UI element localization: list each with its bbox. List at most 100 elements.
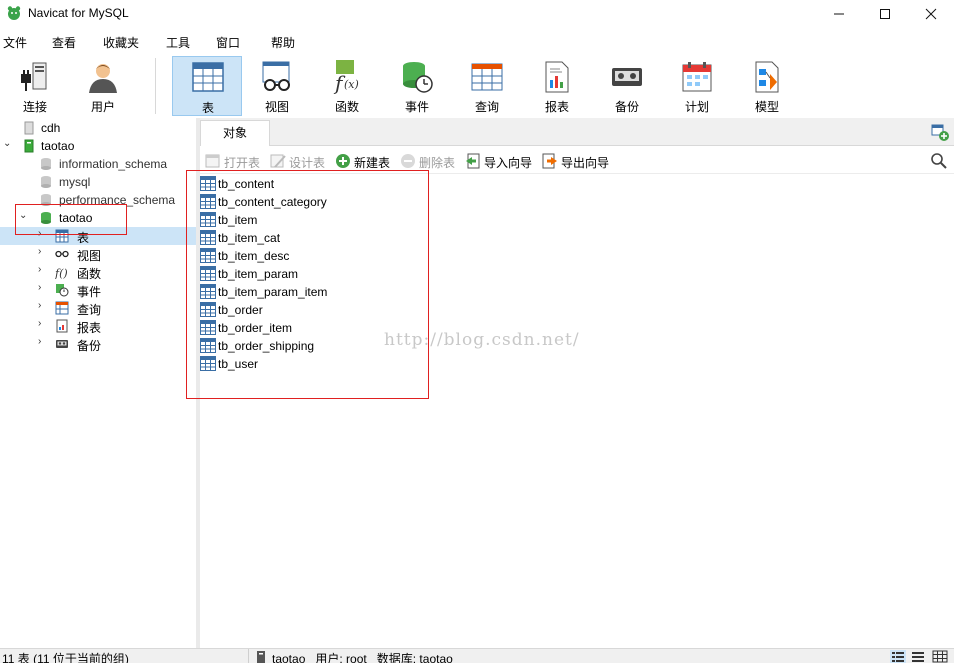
object-list: tb_content tb_content_category tb_item tb_i… <box>200 175 954 648</box>
export-wizard-label: 导出向导 <box>561 156 610 170</box>
status-separator <box>248 649 249 663</box>
minimize-button[interactable] <box>816 0 862 27</box>
list-view-icon[interactable] <box>890 650 906 663</box>
menu-file[interactable]: 文件 <box>3 34 27 51</box>
tree-item-backups[interactable]: › 备份 <box>0 335 196 353</box>
tab-objects[interactable]: 对象 <box>200 120 270 146</box>
tree-item-reports[interactable]: › 报表 <box>0 317 196 335</box>
toolbar-schedule-button[interactable]: 计划 <box>662 56 732 116</box>
table-icon <box>200 356 216 371</box>
tree-label: 报表 <box>77 321 102 335</box>
function-icon: f() <box>55 267 68 279</box>
toolbar-user-label: 用户 <box>90 100 115 114</box>
toolbar-user-button[interactable]: 用户 <box>68 56 138 116</box>
toolbar-view-label: 视图 <box>264 100 289 114</box>
user-icon <box>89 64 117 93</box>
toolbar-connection-button[interactable]: 连接 <box>0 56 70 116</box>
toolbar-event-button[interactable]: 事件 <box>382 56 452 116</box>
chevron-right-icon[interactable]: › <box>38 228 41 239</box>
function-icon: f (x) <box>333 60 359 94</box>
toolbar-backup-button[interactable]: 备份 <box>592 56 662 116</box>
chevron-down-icon[interactable]: ⌄ <box>19 210 27 221</box>
object-toolbar: 打开表 设计表 新建表 删除表 导入向导 导出向导 <box>200 148 954 174</box>
tree-item-queries[interactable]: › 查询 <box>0 299 196 317</box>
status-object-count: 11 表 (11 位于当前的组) <box>2 652 129 663</box>
table-name: tb_item_cat <box>218 231 281 245</box>
maximize-icon <box>880 8 890 19</box>
backup-icon <box>612 68 642 86</box>
database-icon <box>41 176 51 188</box>
report-icon <box>56 319 68 333</box>
menu-help[interactable]: 帮助 <box>271 34 295 51</box>
svg-text:(x): (x) <box>344 78 359 91</box>
open-table-icon <box>205 154 220 168</box>
toolbar-view-button[interactable]: 视图 <box>242 56 312 116</box>
tree-connection-taotao[interactable]: ⌄ taotao <box>0 137 196 155</box>
toolbar-schedule-label: 计划 <box>684 100 709 114</box>
toolbar-model-button[interactable]: 模型 <box>732 56 802 116</box>
tree-label: 函数 <box>77 267 102 281</box>
grid-view-icon[interactable] <box>932 650 948 663</box>
toolbar-function-button[interactable]: f (x) 函数 <box>312 56 382 116</box>
import-wizard-label: 导入向导 <box>484 156 533 170</box>
menu-view[interactable]: 查看 <box>52 34 76 51</box>
tab-bar: 对象 <box>200 118 954 146</box>
table-icon <box>200 320 216 335</box>
chevron-right-icon[interactable]: › <box>38 318 41 329</box>
chevron-right-icon[interactable]: › <box>38 282 41 293</box>
tree-item-tables[interactable]: › 表 <box>0 227 196 245</box>
tree-database-taotao[interactable]: ⌄ taotao <box>0 209 196 227</box>
chevron-right-icon[interactable]: › <box>38 264 41 275</box>
tree-database-information-schema[interactable]: information_schema <box>0 155 196 173</box>
tree-item-functions[interactable]: › f() 函数 <box>0 263 196 281</box>
event-icon <box>403 62 433 93</box>
new-table-icon <box>336 154 350 168</box>
tree-label: 表 <box>77 231 90 245</box>
new-tab-icon[interactable] <box>930 122 950 142</box>
maximize-button[interactable] <box>862 0 908 27</box>
navicat-logo-icon <box>7 6 21 20</box>
tree-database-mysql[interactable]: mysql <box>0 173 196 191</box>
table-icon <box>200 248 216 263</box>
table-name: tb_order_shipping <box>218 339 315 353</box>
toolbar-table-button[interactable]: 表 <box>172 56 242 116</box>
new-table-label: 新建表 <box>354 156 391 170</box>
tree-label: performance_schema <box>59 193 176 207</box>
close-button[interactable] <box>908 0 954 27</box>
window-title: Navicat for MySQL <box>28 6 129 20</box>
toolbar-report-button[interactable]: 报表 <box>522 56 592 116</box>
export-wizard-icon <box>542 153 557 169</box>
tree-label: mysql <box>59 175 91 189</box>
connection-icon <box>21 62 47 91</box>
chevron-right-icon[interactable]: › <box>38 246 41 257</box>
status-user: 用户: root <box>315 652 367 663</box>
database-icon <box>41 212 51 224</box>
toolbar-query-button[interactable]: 查询 <box>452 56 522 116</box>
search-icon[interactable] <box>930 152 948 170</box>
chevron-right-icon[interactable]: › <box>38 300 41 311</box>
menu-favorites[interactable]: 收藏夹 <box>103 34 139 51</box>
minimize-icon <box>834 13 844 14</box>
chevron-right-icon[interactable]: › <box>38 336 41 347</box>
tree-connection-cdh[interactable]: cdh <box>0 119 196 137</box>
model-icon <box>755 61 779 93</box>
tree-item-views[interactable]: › 视图 <box>0 245 196 263</box>
tree-label: cdh <box>41 121 61 135</box>
watermark: http://blog.csdn.net/ <box>384 330 580 350</box>
main-toolbar: 连接 用户 表 视图 f (x) 函数 事件 查询 报表 备份 计划 模型 <box>0 54 954 118</box>
toolbar-report-label: 报表 <box>544 100 569 114</box>
menu-window[interactable]: 窗口 <box>216 34 240 51</box>
report-icon <box>545 61 569 93</box>
tree-database-performance-schema[interactable]: performance_schema <box>0 191 196 209</box>
design-table-icon <box>270 154 286 168</box>
schedule-icon <box>682 62 712 92</box>
table-name: tb_item <box>218 213 258 227</box>
chevron-down-icon[interactable]: ⌄ <box>3 138 11 149</box>
database-icon <box>41 158 51 170</box>
detail-view-icon[interactable] <box>910 650 926 663</box>
status-connection: taotao <box>272 652 306 663</box>
menu-tools[interactable]: 工具 <box>166 34 190 51</box>
menu-bar: 文件 查看 收藏夹 工具 窗口 帮助 <box>0 30 954 52</box>
backup-icon <box>56 340 68 348</box>
tree-item-events[interactable]: › 事件 <box>0 281 196 299</box>
